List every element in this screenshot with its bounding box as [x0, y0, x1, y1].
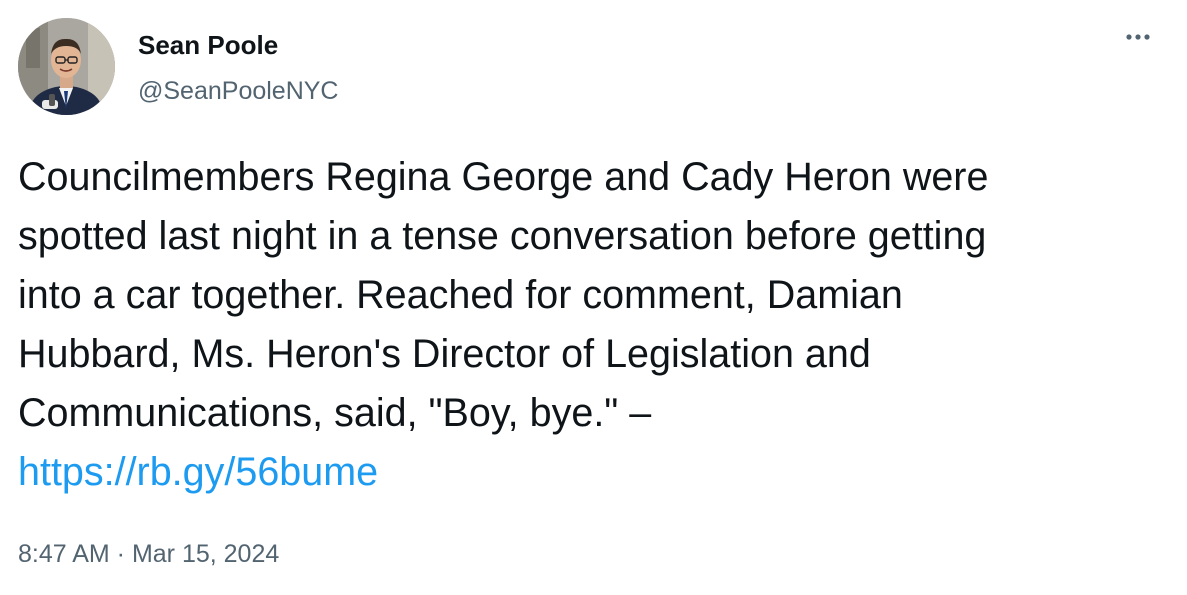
- tweet-time: 8:47 AM: [18, 540, 110, 568]
- tweet-link[interactable]: https://rb.gy/56bume: [18, 450, 378, 494]
- author-name[interactable]: Sean Poole: [138, 30, 278, 61]
- meta-separator: ·: [109, 540, 132, 568]
- avatar-photo-icon: [18, 18, 115, 115]
- tweet-time-link[interactable]: 8:47 AM · Mar 15, 2024: [18, 540, 279, 568]
- tweet-text: Councilmembers Regina George and Cady He…: [18, 155, 989, 435]
- tweet-timestamp: 8:47 AM · Mar 15, 2024: [18, 540, 279, 569]
- more-horizontal-icon: [1126, 34, 1150, 40]
- more-options-button[interactable]: [1118, 22, 1158, 52]
- tweet-body: Councilmembers Regina George and Cady He…: [18, 148, 1168, 502]
- tweet-date: Mar 15, 2024: [131, 540, 280, 568]
- tweet-card: Sean Poole @SeanPooleNYC Councilmembers …: [0, 0, 1187, 595]
- author-handle[interactable]: @SeanPooleNYC: [138, 77, 339, 106]
- avatar[interactable]: [18, 18, 115, 115]
